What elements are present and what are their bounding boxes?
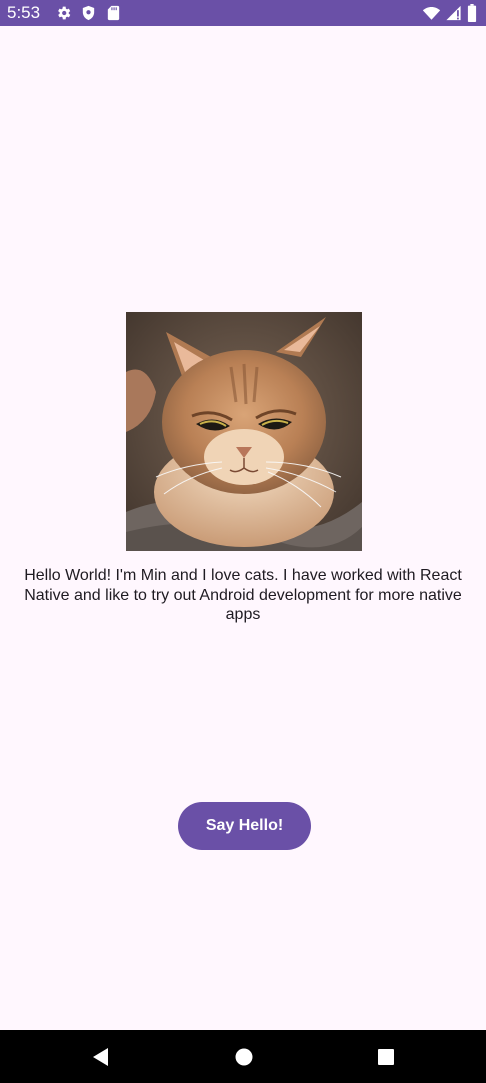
- status-system-icons: [422, 4, 478, 22]
- cat-photo: [126, 312, 362, 551]
- cell-signal-icon: [445, 4, 462, 22]
- sd-card-icon: [105, 4, 122, 22]
- back-icon[interactable]: [90, 1046, 112, 1068]
- intro-text: Hello World! I'm Min and I love cats. I …: [24, 567, 462, 623]
- cat-image: [126, 312, 362, 551]
- status-notification-icons: [55, 4, 122, 22]
- status-bar: 5:53: [0, 0, 486, 26]
- shield-icon: [80, 4, 97, 22]
- gear-icon: [55, 4, 72, 22]
- battery-icon: [466, 4, 478, 22]
- wifi-icon: [422, 4, 441, 22]
- home-icon[interactable]: [233, 1046, 255, 1068]
- say-hello-button[interactable]: Say Hello!: [178, 802, 311, 850]
- app-screen: 5:53 Hello World! I'm Min and I love cat…: [0, 0, 486, 1083]
- status-time: 5:53: [7, 3, 41, 22]
- navigation-bar: [0, 1030, 486, 1083]
- recent-apps-icon[interactable]: [375, 1046, 397, 1068]
